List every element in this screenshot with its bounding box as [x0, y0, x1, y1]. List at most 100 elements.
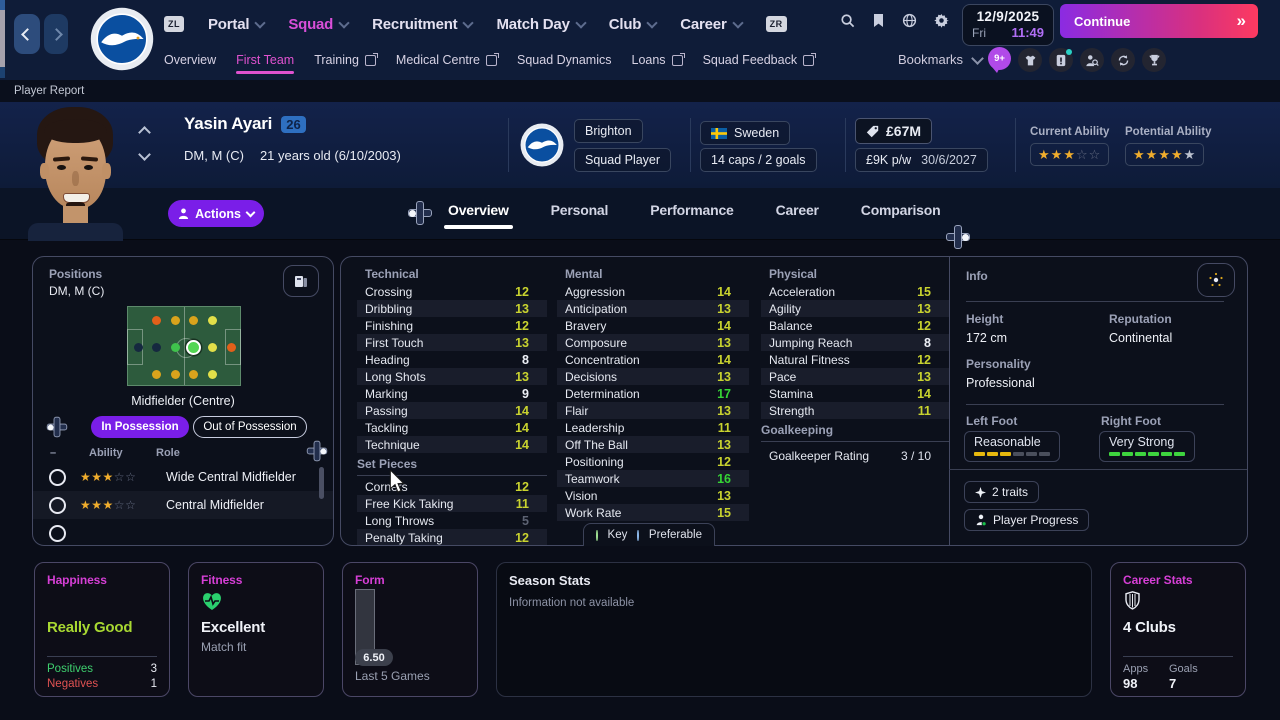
attribute-name: Balance — [769, 319, 812, 333]
roles-ability-header[interactable]: Ability — [89, 447, 123, 459]
scouting-icon[interactable] — [1080, 48, 1104, 72]
subnav-item-overview[interactable]: Overview — [164, 53, 216, 67]
position-role-row[interactable]: ★★★☆☆Central Midfielder — [33, 491, 333, 519]
subnav-item-loans[interactable]: Loans — [632, 53, 683, 67]
inbox-notification-badge[interactable]: 9+ — [988, 47, 1011, 70]
happiness-card: Happiness Really Good Positives 3 Negati… — [34, 562, 170, 697]
positions-panel: Positions DM, M (C) Midfielder (Centre) … — [32, 256, 334, 546]
bookmark-icon[interactable] — [872, 13, 885, 28]
foot-segment — [1148, 452, 1159, 456]
tab-comparison[interactable]: Comparison — [861, 202, 941, 218]
attribute-name: Finishing — [365, 319, 413, 333]
position-cycle-right-icon[interactable] — [307, 441, 327, 461]
out-of-possession-toggle[interactable]: Out of Possession — [193, 416, 307, 438]
window-edge-artifact — [0, 0, 5, 10]
tab-cycle-right-icon[interactable] — [946, 225, 970, 249]
mouse-cursor — [388, 470, 406, 494]
menu-item-portal[interactable]: Portal — [208, 16, 264, 33]
squad-alert-icon[interactable] — [1049, 48, 1073, 72]
window-edge-artifact — [0, 67, 5, 78]
attribute-row: Marking9 — [357, 385, 547, 402]
tab-career[interactable]: Career — [776, 202, 819, 218]
position-cycle-left-icon[interactable] — [47, 417, 67, 437]
attribute-name: Crossing — [365, 285, 412, 299]
tab-overview[interactable]: Overview — [448, 202, 509, 218]
position-role-row-partial[interactable] — [33, 519, 333, 546]
attribute-row: Long Shots13 — [357, 368, 547, 385]
position-dot-gold — [171, 316, 180, 325]
settings-gear-icon[interactable] — [934, 13, 949, 28]
left-foot-value: Reasonable — [974, 435, 1050, 449]
attribute-row: Flair13 — [557, 402, 749, 419]
attribute-name: Aggression — [565, 285, 625, 299]
trophy-icon[interactable] — [1142, 48, 1166, 72]
menu-label: Squad — [288, 16, 333, 33]
actions-button[interactable]: Actions — [168, 200, 264, 227]
tab-cycle-left-icon[interactable] — [408, 201, 432, 225]
collapse-down-button[interactable] — [140, 146, 149, 164]
globe-icon[interactable] — [902, 13, 917, 28]
forward-button[interactable] — [44, 14, 68, 54]
heart-pulse-icon — [201, 591, 223, 611]
attribute-row: Long Throws5 — [357, 512, 547, 529]
attribute-radar-button[interactable] — [1197, 263, 1235, 297]
attribute-name: Teamwork — [565, 472, 620, 486]
tab-performance[interactable]: Performance — [650, 202, 733, 218]
menu-item-career[interactable]: Career — [680, 16, 741, 33]
position-dot-orange — [152, 316, 161, 325]
star-empty-icon: ☆ — [1089, 147, 1102, 163]
subnav-item-squad-dynamics[interactable]: Squad Dynamics — [517, 53, 612, 67]
squad-status-button[interactable]: Squad Player — [574, 148, 671, 172]
menu-label: Recruitment — [372, 16, 457, 33]
role-selection-circle[interactable] — [49, 469, 66, 486]
role-selection-circle[interactable] — [49, 525, 66, 542]
attribute-name: Bravery — [565, 319, 606, 333]
attribute-row: Teamwork16 — [557, 470, 749, 487]
game-date-widget[interactable]: 12/9/2025 Fri 11:49 — [962, 4, 1054, 46]
goals-value: 7 — [1169, 676, 1176, 691]
back-button[interactable] — [14, 14, 40, 54]
tab-personal[interactable]: Personal — [551, 202, 609, 218]
menu-item-squad[interactable]: Squad — [288, 16, 348, 33]
chevron-down-icon — [338, 17, 349, 28]
roles-sort-header[interactable]: – — [50, 447, 56, 459]
subnav-item-squad-feedback[interactable]: Squad Feedback — [703, 53, 815, 67]
sync-icon[interactable] — [1111, 48, 1135, 72]
attribute-row: Passing14 — [357, 402, 547, 419]
nationality-chip[interactable]: Sweden — [700, 121, 790, 145]
player-progress-chip[interactable]: Player Progress — [964, 509, 1089, 531]
player-name: Yasin Ayari — [184, 114, 272, 134]
attribute-value: 11 — [918, 404, 931, 418]
traits-chip[interactable]: 2 traits — [964, 481, 1039, 503]
role-selection-circle[interactable] — [49, 497, 66, 514]
attribute-name: Marking — [365, 387, 408, 401]
attribute-name: Strength — [769, 404, 814, 418]
top-navigation-bar: ZL PortalSquadRecruitmentMatch DayClubCa… — [0, 0, 1280, 80]
attribute-row: Anticipation13 — [557, 300, 749, 317]
squad-status: Squad Player — [585, 153, 660, 167]
subnav-item-medical-centre[interactable]: Medical Centre — [396, 53, 497, 67]
subnav-item-training[interactable]: Training — [314, 53, 376, 67]
position-report-button[interactable] — [283, 265, 319, 297]
roles-role-header[interactable]: Role — [156, 447, 180, 459]
menu-item-club[interactable]: Club — [609, 16, 657, 33]
quick-access-icons: 9+ — [988, 48, 1166, 72]
menu-item-match-day[interactable]: Match Day — [496, 16, 584, 33]
club-button[interactable]: Brighton — [574, 119, 643, 143]
subnav-item-first-team[interactable]: First Team — [236, 53, 294, 67]
in-possession-toggle[interactable]: In Possession — [91, 416, 189, 438]
season-stats-card: Season Stats Information not available — [496, 562, 1092, 697]
kit-icon[interactable] — [1018, 48, 1042, 72]
mental-column: MentalAggression14Anticipation13Bravery1… — [557, 263, 749, 521]
menu-item-recruitment[interactable]: Recruitment — [372, 16, 472, 33]
continue-button[interactable]: Continue » — [1060, 4, 1258, 38]
attribute-row: Vision13 — [557, 487, 749, 504]
bookmarks-dropdown[interactable]: Bookmarks — [898, 52, 982, 67]
position-role-row[interactable]: ★★★☆☆Wide Central Midfielder — [33, 463, 333, 491]
role-ability-stars: ★★★☆☆ — [80, 496, 158, 514]
search-icon[interactable] — [840, 13, 855, 28]
collapse-up-button[interactable] — [140, 124, 149, 142]
position-dot-dark — [152, 343, 161, 352]
sweden-flag-icon — [711, 128, 727, 139]
role-list-scrollbar[interactable] — [319, 467, 324, 499]
